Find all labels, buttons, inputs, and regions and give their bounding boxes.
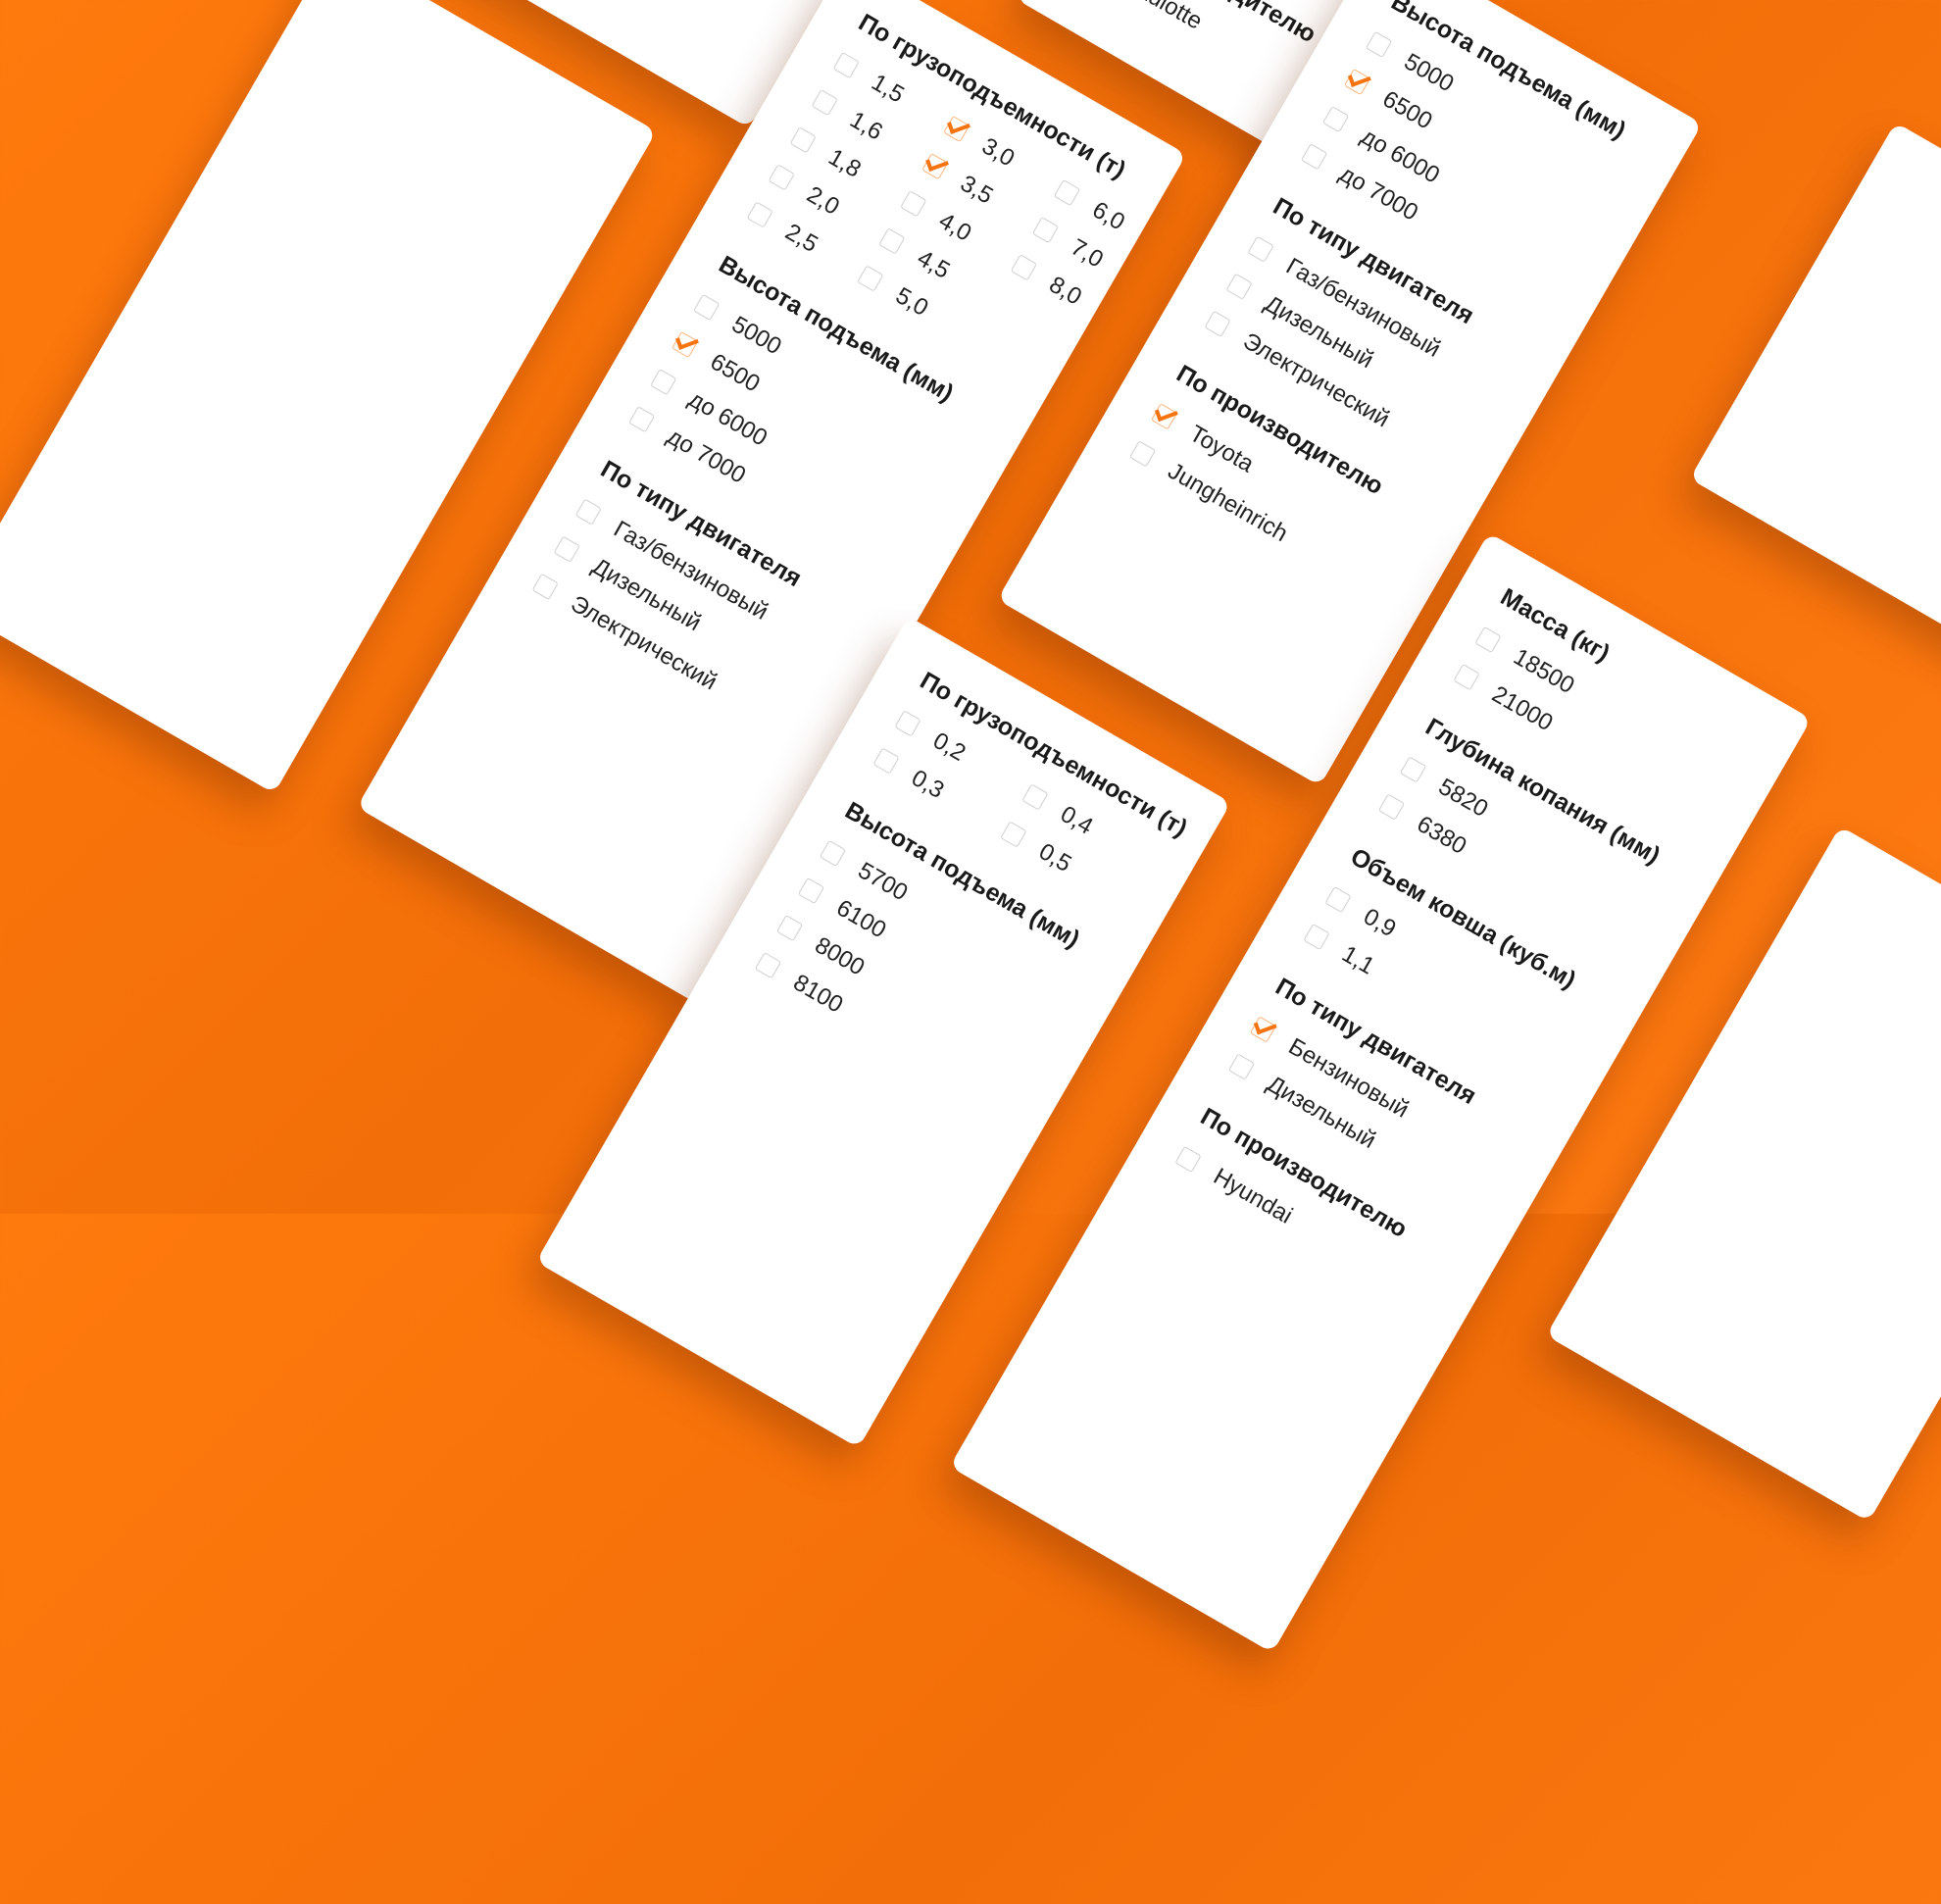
checkbox[interactable]: [1365, 30, 1393, 59]
checked-checkbox[interactable]: [943, 115, 970, 143]
filter-option-label: 2,0: [802, 180, 844, 221]
checked-checkbox[interactable]: [1150, 403, 1178, 430]
filter-option-label: 6500: [1377, 85, 1437, 135]
checked-checkbox[interactable]: [921, 153, 949, 180]
checkbox[interactable]: [1474, 626, 1502, 654]
filter-option-label: 1,8: [823, 143, 866, 183]
filter-option-label: 2,5: [780, 218, 822, 258]
filter-option-label: 0,2: [928, 727, 970, 767]
checkbox[interactable]: [1204, 310, 1231, 338]
filter-option-label: 4,5: [913, 244, 955, 284]
filter-option-label: 1,5: [867, 69, 909, 109]
filter-option-label: 0,9: [1359, 903, 1401, 943]
checkbox[interactable]: [746, 201, 773, 228]
checkbox[interactable]: [1303, 923, 1330, 951]
checkbox[interactable]: [1300, 143, 1328, 171]
checkbox[interactable]: [574, 498, 602, 526]
checkbox[interactable]: [531, 573, 559, 600]
checkbox[interactable]: [1377, 793, 1406, 821]
checkbox[interactable]: [819, 839, 847, 868]
filter-option-label: 8100: [788, 969, 848, 1019]
filter-options: 5700 6100 8000 8100: [753, 836, 1079, 1116]
checkbox[interactable]: [894, 710, 921, 737]
filter-card: Масса (кг) 18500 21000 Глубина копания (мм)…: [949, 532, 1812, 1653]
checkbox[interactable]: [1000, 821, 1027, 848]
checkbox[interactable]: [1399, 756, 1427, 783]
checkbox[interactable]: [789, 126, 817, 154]
filter-option-label: 6380: [1412, 810, 1471, 861]
filter-option-label: 3,5: [956, 170, 998, 210]
checkbox[interactable]: [1225, 273, 1253, 300]
filter-option-label: 5000: [1399, 48, 1459, 98]
checkbox[interactable]: [754, 952, 782, 979]
filter-option-label: 7,0: [1066, 233, 1108, 274]
checkbox[interactable]: [1324, 885, 1352, 914]
checkbox[interactable]: [832, 51, 860, 79]
checkbox[interactable]: [878, 227, 906, 255]
checkbox[interactable]: [1174, 1145, 1202, 1174]
checkbox[interactable]: [628, 406, 656, 433]
checkbox[interactable]: [857, 265, 884, 292]
checkbox[interactable]: [1053, 178, 1081, 207]
checkbox[interactable]: [693, 293, 721, 322]
filter-option-label: 5000: [726, 311, 786, 361]
filter-option-label: 8000: [810, 931, 870, 981]
filter-option-label: 0,3: [907, 764, 949, 804]
checkbox[interactable]: [797, 877, 825, 905]
filter-option-label: 5,0: [891, 281, 933, 322]
checkbox[interactable]: [1010, 254, 1038, 281]
checkbox[interactable]: [1453, 663, 1480, 691]
filter-option-label: Haulotte: [1118, 0, 1208, 35]
checkbox[interactable]: [650, 368, 677, 396]
filter-option-label: 6500: [705, 348, 765, 398]
checkbox[interactable]: [1227, 1053, 1256, 1080]
checkbox[interactable]: [775, 914, 804, 942]
filter-option-label: 5820: [1433, 773, 1493, 823]
checkbox[interactable]: [900, 190, 927, 218]
checkbox[interactable]: [768, 164, 795, 191]
checked-checkbox[interactable]: [672, 330, 699, 359]
filter-option-label: 1,6: [845, 106, 887, 146]
filter-option-label: 0,5: [1034, 837, 1076, 877]
checkbox[interactable]: [1247, 235, 1274, 263]
filter-option-label: 4,0: [934, 207, 976, 247]
filter-option-label: 8,0: [1044, 271, 1086, 311]
checkbox[interactable]: [811, 89, 838, 117]
checkbox[interactable]: [553, 535, 580, 563]
checkbox[interactable]: [872, 747, 900, 775]
filter-option-label: 1,1: [1337, 940, 1379, 980]
filter-card: [1689, 122, 1941, 666]
checkbox[interactable]: [1021, 783, 1049, 811]
checkbox[interactable]: [1321, 106, 1350, 133]
filter-option-label: 5700: [853, 857, 913, 907]
checked-checkbox[interactable]: [1249, 1016, 1277, 1043]
filter-option-label: 6100: [831, 894, 891, 944]
checked-checkbox[interactable]: [1343, 68, 1371, 96]
checkbox[interactable]: [1128, 440, 1157, 468]
checkbox[interactable]: [1031, 217, 1060, 244]
filter-option-label: 3,0: [977, 132, 1020, 173]
filter-option-label: 0,4: [1056, 800, 1098, 840]
filter-option-label: 6,0: [1087, 196, 1129, 236]
